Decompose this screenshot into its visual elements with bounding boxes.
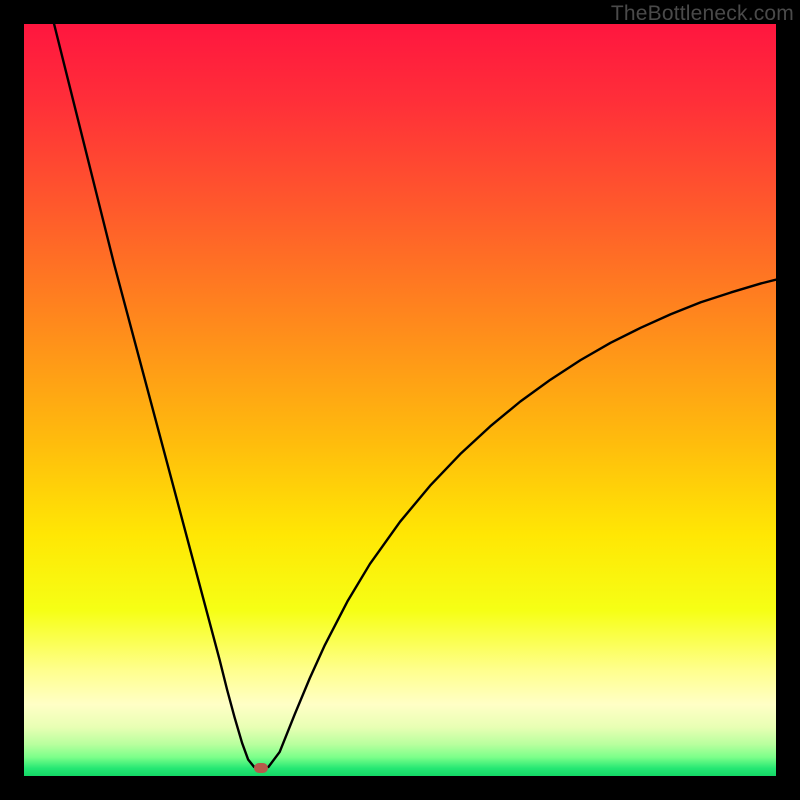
- chart-frame: TheBottleneck.com: [0, 0, 800, 800]
- chart-svg: [24, 24, 776, 776]
- credit-text: TheBottleneck.com: [611, 2, 794, 26]
- gradient-background: [24, 24, 776, 776]
- plot-area: [24, 24, 776, 776]
- optimal-point-marker: [254, 763, 268, 773]
